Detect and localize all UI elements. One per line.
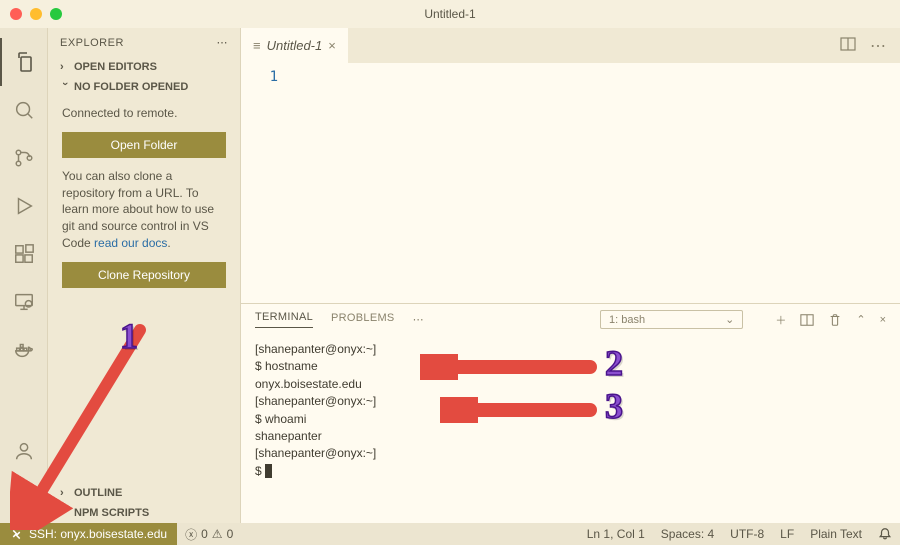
settings-gear-icon[interactable] [0,475,48,523]
term-line: shanepanter [255,429,322,443]
outline-section[interactable]: › OUTLINE [48,483,240,503]
term-line: [shanepanter@onyx:~] [255,342,376,356]
outline-label: OUTLINE [74,487,122,499]
title-bar: Untitled-1 [0,0,900,28]
window-controls [10,8,62,20]
file-icon: ≡ [253,38,261,53]
problems-status[interactable]: ⓧ 0 ⚠ 0 [177,526,241,543]
remote-label: SSH: onyx.boisestate.edu [29,527,167,541]
error-icon: ⓧ [185,526,197,543]
status-bar: SSH: onyx.boisestate.edu ⓧ 0 ⚠ 0 Ln 1, Col… [0,523,900,545]
open-editors-label: OPEN EDITORS [74,61,157,73]
terminal-tab[interactable]: TERMINAL [255,311,313,328]
remote-icon [10,528,23,541]
panel-more-icon[interactable]: ⋯ [413,313,424,326]
chevron-right-icon: › [60,487,70,499]
new-terminal-icon[interactable]: ＋ [775,312,786,328]
open-folder-button[interactable]: Open Folder [62,132,226,158]
explorer-activity-icon[interactable] [0,38,48,86]
extensions-activity-icon[interactable] [0,230,48,278]
close-tab-icon[interactable]: × [328,38,336,53]
terminal-selector-label: 1: bash [609,314,645,326]
open-editors-section[interactable]: › OPEN EDITORS [48,57,240,77]
minimize-window-button[interactable] [30,8,42,20]
account-activity-icon[interactable] [0,427,48,475]
error-count: 0 [201,527,208,541]
editor-more-icon[interactable]: ⋯ [870,36,886,56]
close-panel-icon[interactable]: × [880,314,886,326]
tab-bar: ≡ Untitled-1 × ⋯ [241,28,900,63]
remote-status[interactable]: SSH: onyx.boisestate.edu [0,523,177,545]
notifications-icon[interactable] [870,527,900,541]
encoding-status[interactable]: UTF-8 [722,527,772,541]
trash-icon[interactable] [828,313,842,327]
editor-area: ≡ Untitled-1 × ⋯ 1 TERMINAL PROBLEMS ⋯ [241,28,900,523]
terminal-output[interactable]: [shanepanter@onyx:~] $ hostname onyx.boi… [241,335,900,523]
clone-info-text: You can also clone a repository from a U… [62,168,226,252]
terminal-cursor [265,464,272,478]
close-window-button[interactable] [10,8,22,20]
cursor-position[interactable]: Ln 1, Col 1 [579,527,653,541]
problems-tab[interactable]: PROBLEMS [331,312,395,328]
term-line: $ whoami [255,412,306,426]
search-activity-icon[interactable] [0,86,48,134]
chevron-right-icon: › [60,507,70,519]
warning-icon: ⚠ [212,527,223,541]
no-folder-section[interactable]: › NO FOLDER OPENED [48,77,240,97]
split-terminal-icon[interactable] [800,313,814,327]
tab-label: Untitled-1 [267,38,323,53]
line-number: 1 [241,69,296,297]
chevron-down-icon: ⌄ [725,313,734,326]
maximize-window-button[interactable] [50,8,62,20]
term-line: [shanepanter@onyx:~] [255,394,376,408]
warning-count: 0 [227,527,234,541]
maximize-panel-icon[interactable]: ⌃ [856,313,865,326]
source-control-activity-icon[interactable] [0,134,48,182]
read-docs-link[interactable]: read our docs [94,236,167,250]
chevron-down-icon: › [59,82,71,92]
term-line: onyx.boisestate.edu [255,377,362,391]
term-line: $ hostname [255,359,318,373]
term-line: [shanepanter@onyx:~] [255,446,376,460]
terminal-selector[interactable]: 1: bash ⌄ [600,310,743,329]
remote-explorer-activity-icon[interactable] [0,278,48,326]
no-folder-label: NO FOLDER OPENED [74,81,188,93]
chevron-right-icon: › [60,61,70,73]
language-mode[interactable]: Plain Text [802,527,870,541]
activity-bar [0,28,48,523]
eol-status[interactable]: LF [772,527,802,541]
sidebar: EXPLORER ⋯ › OPEN EDITORS › NO FOLDER OP… [48,28,241,523]
indentation-status[interactable]: Spaces: 4 [653,527,722,541]
connected-text: Connected to remote. [62,105,226,122]
sidebar-more-icon[interactable]: ⋯ [217,36,229,49]
clone-repository-button[interactable]: Clone Repository [62,262,226,288]
editor-content[interactable]: 1 [241,63,900,303]
npm-scripts-section[interactable]: › NPM SCRIPTS [48,503,240,523]
panel: TERMINAL PROBLEMS ⋯ 1: bash ⌄ ＋ [241,303,900,523]
editor-tab[interactable]: ≡ Untitled-1 × [241,28,348,63]
window-title: Untitled-1 [424,7,475,21]
npm-scripts-label: NPM SCRIPTS [74,507,149,519]
run-debug-activity-icon[interactable] [0,182,48,230]
term-line: $ [255,464,265,478]
split-editor-icon[interactable] [840,36,856,56]
docker-activity-icon[interactable] [0,326,48,374]
sidebar-title: EXPLORER [60,37,124,49]
